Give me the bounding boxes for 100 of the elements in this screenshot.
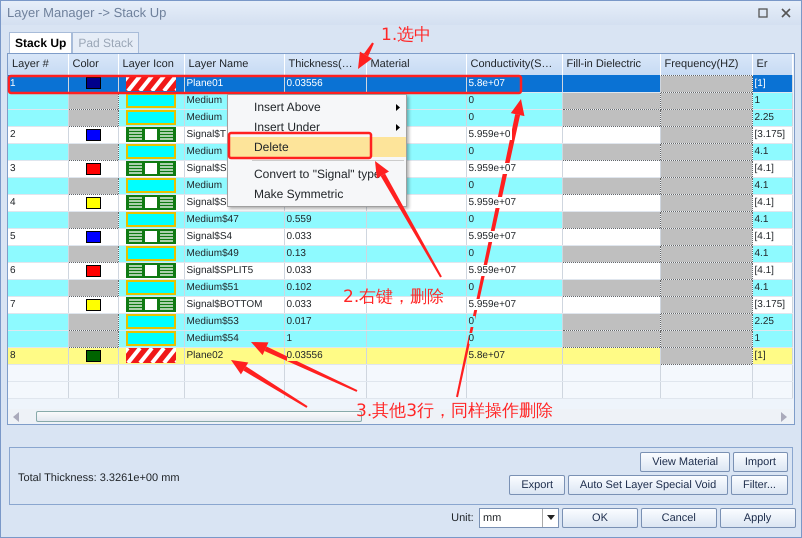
plane-layer-icon — [126, 348, 176, 363]
column-header[interactable]: Color — [68, 54, 118, 75]
table-cell: 8 — [10, 350, 17, 361]
table-cell: Medium$53 — [186, 316, 240, 327]
table-cell: 5 — [10, 231, 17, 242]
menu-item[interactable]: Delete — [228, 137, 406, 157]
table-cell: 5.959e+0 — [468, 129, 512, 140]
table-cell: 0 — [468, 95, 476, 106]
table-cell: [4.1] — [754, 231, 775, 242]
annotation-text: 1.选中 — [381, 24, 432, 47]
table-cell: 4.1 — [754, 146, 770, 157]
table-cell: [1] — [754, 350, 767, 361]
column-header[interactable]: Frequency(HZ) — [660, 54, 752, 75]
dielectric-layer-icon — [126, 246, 176, 261]
table-cell: 5.8e+07 — [468, 78, 506, 89]
table-cell: 6 — [10, 265, 17, 276]
table-cell: 5.8e+07 — [468, 350, 506, 361]
table-cell: 5.959e+07 — [468, 231, 518, 242]
menu-item[interactable]: Insert Under — [228, 117, 406, 137]
table-cell: Plane01 — [186, 78, 224, 89]
dielectric-layer-icon — [126, 331, 176, 346]
table-cell: 0.13 — [286, 248, 307, 259]
column-header[interactable]: Conductivity(S… — [466, 54, 562, 75]
table-cell: 0.033 — [286, 265, 313, 276]
menu-item[interactable]: Make Symmetric — [228, 184, 406, 204]
dialog-button[interactable]: Cancel — [640, 508, 717, 528]
table-cell: 0.033 — [286, 299, 313, 310]
table-cell: 4.1 — [754, 214, 770, 225]
table-cell: 1 — [286, 333, 294, 344]
panel-button[interactable]: Filter... — [730, 474, 788, 495]
column-header[interactable]: Layer Icon — [118, 54, 184, 75]
table-cell: [4.1] — [754, 265, 775, 276]
table-cell: Medium$54 — [186, 333, 240, 344]
table-cell: 0 — [468, 112, 476, 123]
scroll-left-icon[interactable] — [12, 412, 20, 422]
scroll-right-icon[interactable] — [780, 412, 788, 422]
submenu-arrow-icon — [396, 124, 400, 130]
column-header[interactable]: Fill-in Dielectric — [562, 54, 660, 75]
dialog-button[interactable]: OK — [562, 508, 638, 528]
table-cell: 4.1 — [754, 180, 770, 191]
panel-button[interactable]: Auto Set Layer Special Void — [568, 474, 728, 495]
table-cell: 0.102 — [286, 282, 313, 293]
table-cell: 5.959e+07 — [468, 265, 518, 276]
column-header[interactable]: Layer # — [8, 54, 68, 75]
table-cell: 7 — [10, 299, 17, 310]
table-cell: 0.017 — [286, 316, 313, 327]
table-cell: 2.25 — [754, 112, 775, 123]
unit-label: Unit: — [451, 510, 474, 526]
table-cell: Medium — [186, 180, 224, 191]
table-cell: 3 — [10, 163, 17, 174]
annotation-text: 2.右键，删除 — [343, 286, 444, 309]
table-cell: 0 — [468, 248, 476, 259]
tab[interactable]: Stack Up — [9, 32, 72, 53]
table-cell: 1 — [754, 333, 762, 344]
dielectric-layer-icon — [126, 178, 176, 193]
table-cell: Medium$49 — [186, 248, 240, 259]
column-header[interactable]: Layer Name — [184, 54, 284, 75]
table-cell: Medium — [186, 146, 224, 157]
column-header[interactable]: Er — [752, 54, 792, 75]
table-cell: Signal$S — [186, 197, 228, 208]
table-cell: [3.175] — [754, 129, 786, 140]
dielectric-layer-icon — [126, 144, 176, 159]
table-cell: 0.03556 — [286, 350, 324, 361]
dielectric-layer-icon — [126, 110, 176, 125]
menu-item[interactable]: Insert Above — [228, 97, 406, 117]
table-cell: Signal$T — [186, 129, 227, 140]
table-cell: 2.25 — [754, 316, 775, 327]
table-cell: 0 — [468, 214, 476, 225]
panel-button[interactable]: Import — [732, 452, 788, 472]
dielectric-layer-icon — [126, 314, 176, 329]
dielectric-layer-icon — [126, 93, 176, 108]
table-cell: [3.175] — [754, 299, 786, 310]
dielectric-layer-icon — [126, 280, 176, 295]
table-cell: 0.033 — [286, 231, 313, 242]
close-button[interactable] — [781, 8, 791, 18]
table-cell: [1] — [754, 78, 767, 89]
maximize-button[interactable] — [758, 8, 768, 18]
table-cell: 0 — [468, 282, 476, 293]
column-header[interactable]: Thickness(… — [284, 54, 366, 75]
total-thickness-text: Total Thickness: 3.3261e+00 mm — [18, 470, 180, 486]
table-cell: 0 — [468, 146, 476, 157]
table-cell: 5.959e+07 — [468, 163, 518, 174]
table-cell: 0 — [468, 180, 476, 191]
table-cell: 5.959e+07 — [468, 299, 518, 310]
dialog-button[interactable]: Apply — [720, 508, 796, 528]
table-cell: 4 — [10, 197, 17, 208]
submenu-arrow-icon — [396, 104, 400, 110]
table-cell: Medium$51 — [186, 282, 240, 293]
annotation-text: 3.其他3行，同样操作删除 — [356, 400, 554, 423]
dielectric-layer-icon — [126, 212, 176, 227]
table-cell: 1 — [10, 78, 17, 89]
table-cell: 4.1 — [754, 282, 770, 293]
column-header[interactable]: Material — [366, 54, 466, 75]
panel-button[interactable]: View Material — [640, 452, 730, 472]
panel-button[interactable]: Export — [509, 474, 566, 495]
table-cell: 0.03556 — [286, 78, 324, 89]
table-cell: 0 — [468, 316, 476, 327]
table-cell: 0.559 — [286, 214, 313, 225]
unit-dropdown[interactable]: mm — [479, 508, 560, 528]
table-cell: Medium — [186, 112, 224, 123]
